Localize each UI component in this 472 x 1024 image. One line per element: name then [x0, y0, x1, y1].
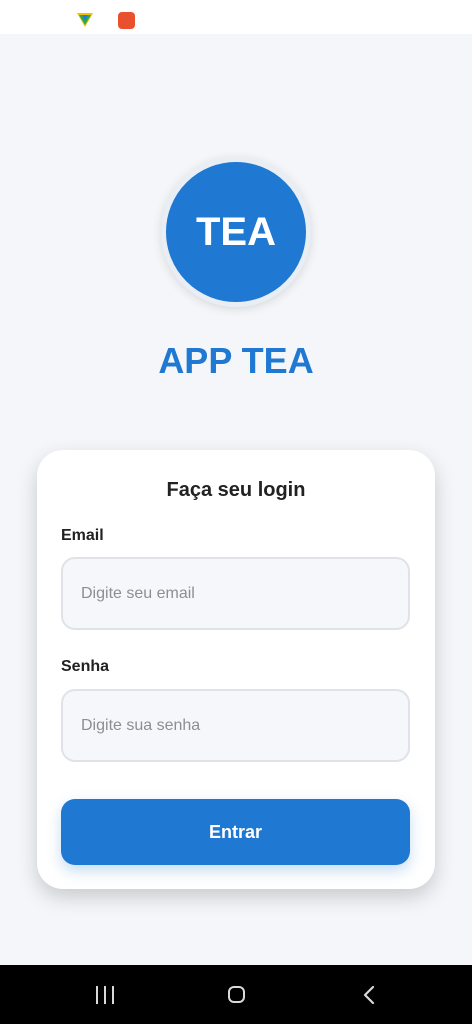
email-label: Email	[61, 527, 104, 544]
status-bar	[0, 0, 472, 34]
home-icon[interactable]	[228, 986, 245, 1003]
login-heading: Faça seu login	[166, 479, 306, 501]
back-icon[interactable]	[362, 985, 376, 1005]
app-logo: TEA	[161, 157, 311, 307]
logo-text: TEA	[196, 209, 276, 254]
app-notification-icon	[118, 12, 135, 29]
email-input[interactable]	[61, 557, 410, 630]
app-title: APP TEA	[158, 340, 314, 381]
password-label: Senha	[61, 658, 110, 675]
vpn-shield-icon	[77, 13, 93, 27]
login-card: Faça seu login Email Senha Entrar	[37, 450, 435, 889]
login-button[interactable]: Entrar	[61, 799, 410, 865]
system-navigation-bar	[0, 965, 472, 1024]
password-input[interactable]	[61, 689, 410, 762]
recent-apps-icon[interactable]	[96, 986, 116, 1004]
